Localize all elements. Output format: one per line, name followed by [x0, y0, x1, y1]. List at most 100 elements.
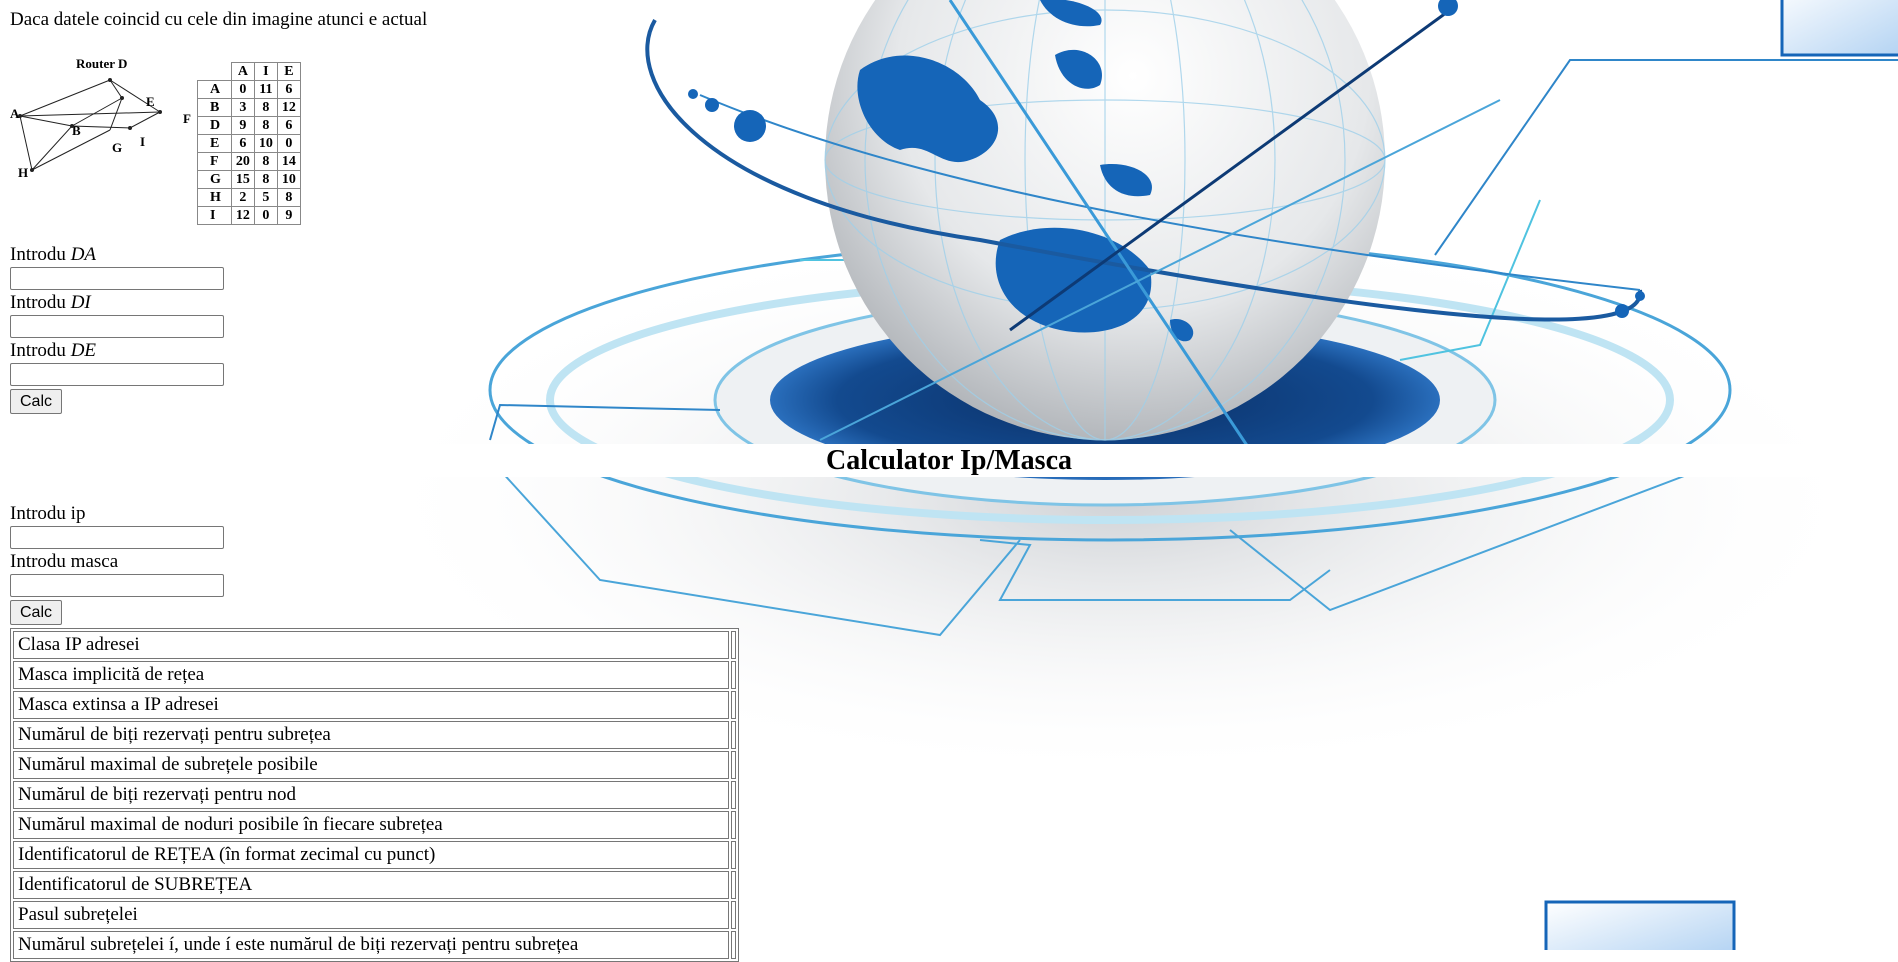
result-label: Pasul subrețelei	[13, 901, 730, 929]
result-label: Numărul de biți rezervați pentru subrețe…	[13, 721, 730, 749]
distance-cell: 6	[276, 116, 301, 135]
result-value	[731, 661, 736, 689]
distance-table-row: G 15 8 10	[197, 170, 301, 189]
distance-table-row: I 12 0 9	[197, 206, 301, 225]
distance-cell: 9	[276, 206, 301, 225]
results-table: Clasa IP adresei Masca implicită de rețea…	[10, 628, 739, 962]
distance-row-node: F	[197, 152, 232, 171]
distance-cell: 8	[253, 152, 278, 171]
distance-cell: 8	[276, 188, 301, 207]
result-row: Identificatorul de REȚEA (în format zeci…	[13, 841, 736, 869]
result-value	[731, 721, 736, 749]
distance-cell: 6	[230, 134, 255, 153]
result-row: Numărul maximal de noduri posibile în fi…	[13, 811, 736, 839]
result-value	[731, 901, 736, 929]
result-label: Clasa IP adresei	[13, 631, 730, 659]
distance-cell: 11	[253, 80, 278, 99]
node-g-label: G	[112, 140, 122, 155]
distance-cell: 5	[253, 188, 278, 207]
result-row: Numărul de biți rezervați pentru subrețe…	[13, 721, 736, 749]
distance-row-node: B	[197, 98, 232, 117]
distance-table-corner	[197, 62, 232, 81]
distance-cell: 8	[253, 170, 278, 189]
node-e-label: E	[146, 94, 155, 109]
distance-table-row: A 0 11 6	[197, 80, 301, 99]
distance-cell: 9	[230, 116, 255, 135]
result-row: Numărul de biți rezervați pentru nod	[13, 781, 736, 809]
distance-cell: 0	[276, 134, 301, 153]
result-label: Masca implicită de rețea	[13, 661, 730, 689]
result-row: Clasa IP adresei	[13, 631, 736, 659]
distance-cell: 10	[276, 170, 301, 189]
ip-mask-form: Introdu ip Introdu masca Calc	[10, 503, 224, 625]
de-label: Introdu DE	[10, 340, 97, 361]
distance-table-row: D986	[197, 116, 301, 135]
distance-table-row: H258	[197, 188, 301, 207]
calculator-title: Calculator Ip/Masca	[0, 444, 1898, 477]
result-value	[731, 631, 736, 659]
distance-table-col: E	[276, 62, 301, 81]
router-topology-diagram: Router D A B E F G H I	[10, 56, 191, 180]
router-title: Router D	[76, 56, 127, 71]
distance-cell: 0	[230, 80, 255, 99]
node-i-label: I	[140, 134, 145, 149]
result-row: Numărul maximal de subrețele posibile	[13, 751, 736, 779]
distance-cell: 10	[253, 134, 278, 153]
da-label: Introdu DA	[10, 244, 97, 265]
result-value	[731, 871, 736, 899]
distance-cell: 3	[230, 98, 255, 117]
node-a-label: A	[10, 106, 20, 121]
distance-row-node: G	[197, 170, 232, 189]
result-label: Numărul maximal de noduri posibile în fi…	[13, 811, 730, 839]
distance-cell: 0	[253, 206, 278, 225]
distance-row-node: A	[197, 80, 232, 99]
result-value	[731, 841, 736, 869]
ip-calc-button[interactable]: Calc	[10, 600, 63, 625]
distance-cell: 12	[230, 206, 255, 225]
result-row: Masca implicită de rețea	[13, 661, 736, 689]
result-value	[731, 811, 736, 839]
distance-table: A I E A 0 11 6 B 3 8 12 D 9 8 6 E 6 10 0 F 20 8 14 G 15 8 10 H 2 5…	[197, 62, 301, 225]
distance-cell: 20	[230, 152, 255, 171]
router-calc-button[interactable]: Calc	[10, 389, 63, 414]
distance-row-node: E	[197, 134, 232, 153]
result-row: Identificatorul de SUBREȚEA	[13, 871, 736, 899]
result-label: Identificatorul de REȚEA (în format zeci…	[13, 841, 730, 869]
result-value	[731, 751, 736, 779]
result-row: Pasul subrețelei	[13, 901, 736, 929]
distance-table-row: E 6 10 0	[197, 134, 301, 153]
di-input[interactable]	[10, 315, 224, 338]
mask-label: Introdu masca	[10, 551, 119, 572]
da-input[interactable]	[10, 267, 224, 290]
distance-row-node: D	[197, 116, 232, 135]
result-row: Masca extinsa a IP adresei	[13, 691, 736, 719]
distance-table-row: B 3 8 12	[197, 98, 301, 117]
router-distance-form: Introdu DA Introdu DI Introdu DE Calc	[10, 244, 224, 414]
result-label: Identificatorul de SUBREȚEA	[13, 871, 730, 899]
distance-row-node: H	[197, 188, 232, 207]
node-h-label: H	[18, 165, 28, 180]
result-label: Numărul de biți rezervați pentru nod	[13, 781, 730, 809]
distance-cell: 2	[230, 188, 255, 207]
result-label: Masca extinsa a IP adresei	[13, 691, 730, 719]
distance-row-node: I	[197, 206, 232, 225]
result-label: Numărul subrețelei í, unde í este număru…	[13, 931, 730, 959]
result-value	[731, 931, 736, 959]
ip-label: Introdu ip	[10, 503, 86, 524]
distance-table-row: F 20 8 14	[197, 152, 301, 171]
result-row: Numărul subrețelei í, unde í este număru…	[13, 931, 736, 959]
distance-table-col: A	[230, 62, 255, 81]
distance-table-header: A I E	[197, 62, 301, 81]
mask-input[interactable]	[10, 574, 224, 597]
result-value	[731, 691, 736, 719]
top-note: Daca datele coincid cu cele din imagine …	[10, 9, 428, 30]
distance-cell: 6	[276, 80, 301, 99]
distance-cell: 12	[276, 98, 301, 117]
node-f-label: F	[183, 111, 191, 126]
de-input[interactable]	[10, 363, 224, 386]
distance-table-col: I	[253, 62, 278, 81]
distance-cell: 14	[276, 152, 301, 171]
distance-cell: 15	[230, 170, 255, 189]
ip-input[interactable]	[10, 526, 224, 549]
result-value	[731, 781, 736, 809]
